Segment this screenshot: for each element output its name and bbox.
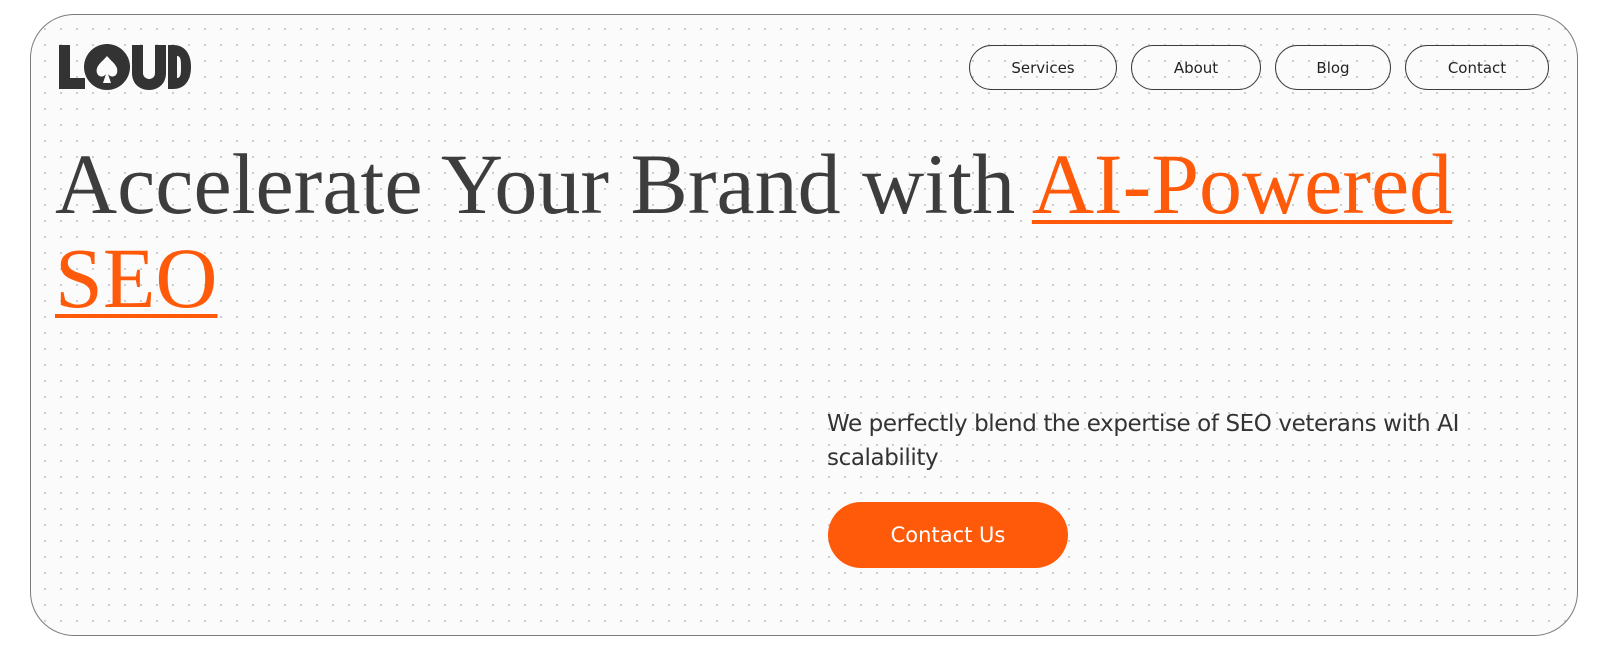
brand-logo[interactable]: [59, 43, 191, 91]
hero-subtext: We perfectly blend the expertise of SEO …: [827, 411, 1459, 471]
hero-card: Services About Blog Contact Accelerate Y…: [30, 14, 1578, 636]
contact-us-button[interactable]: Contact Us: [828, 502, 1068, 568]
headline-main-text: Accelerate Your Brand with: [55, 136, 1032, 232]
hero-headline: Accelerate Your Brand with AI-Powered SE…: [55, 137, 1555, 325]
loud-logo-mark: [59, 44, 191, 90]
nav-about-button[interactable]: About: [1131, 45, 1261, 90]
nav-contact-button[interactable]: Contact: [1405, 45, 1549, 90]
main-nav: Services About Blog Contact: [969, 45, 1549, 90]
nav-blog-button[interactable]: Blog: [1275, 45, 1391, 90]
nav-services-button[interactable]: Services: [969, 45, 1117, 90]
